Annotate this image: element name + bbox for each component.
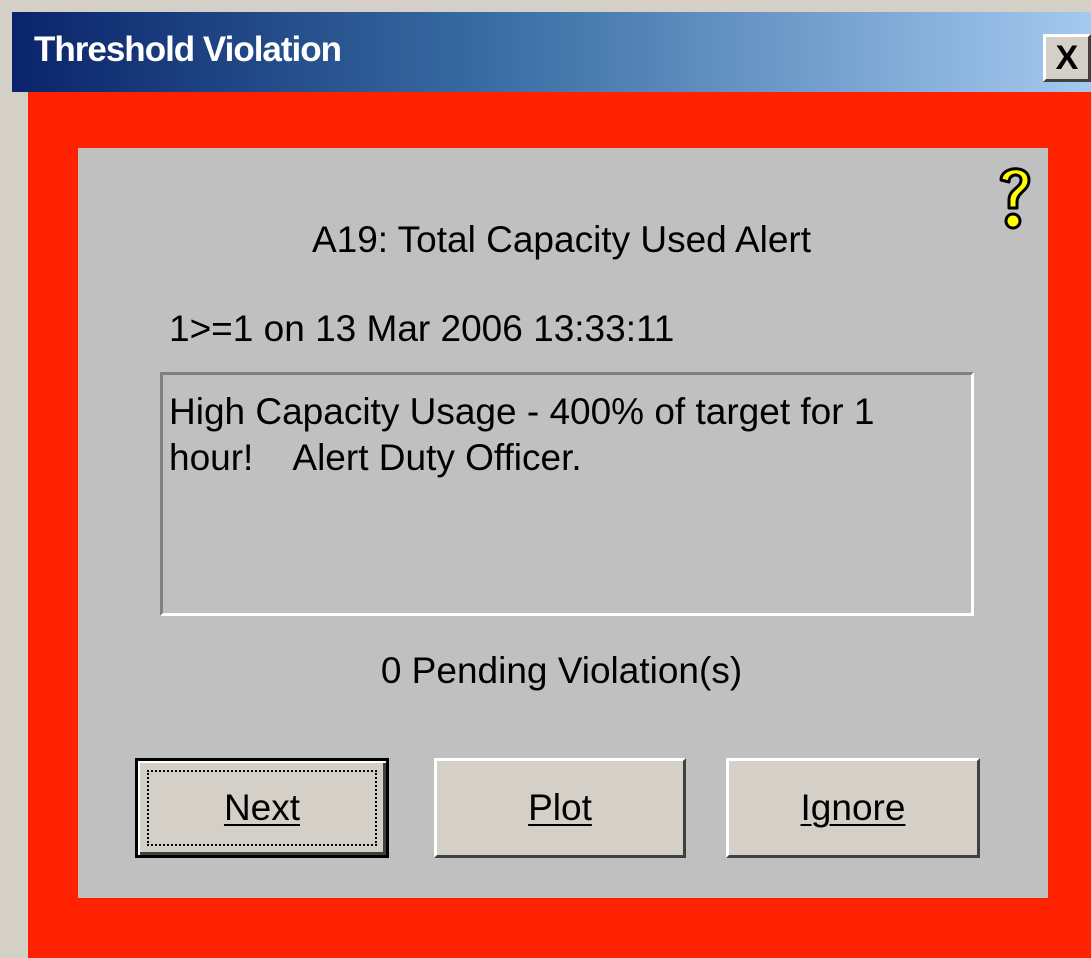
pending-violations-count: 0 Pending Violation(s): [380, 650, 743, 691]
plot-button[interactable]: Plot: [434, 758, 686, 858]
violation-message-box[interactable]: High Capacity Usage - 400% of target for…: [160, 372, 974, 616]
focus-rectangle: [147, 770, 377, 846]
ignore-button-label: Ignore: [800, 787, 906, 828]
window-title: Threshold Violation: [34, 30, 342, 69]
title-bar[interactable]: Threshold Violation X: [12, 12, 1091, 92]
close-button[interactable]: X: [1043, 34, 1091, 82]
ignore-button[interactable]: Ignore: [726, 758, 980, 858]
plot-button-label: Plot: [528, 787, 592, 828]
next-button[interactable]: Next: [135, 758, 389, 858]
threshold-violation-window: Threshold Violation X A19: Total Capacit…: [0, 0, 1091, 958]
violation-condition: 1>=1 on 13 Mar 2006 13:33:11: [169, 308, 675, 349]
close-icon: X: [1055, 38, 1079, 77]
alert-title: A19: Total Capacity Used Alert: [311, 219, 812, 260]
